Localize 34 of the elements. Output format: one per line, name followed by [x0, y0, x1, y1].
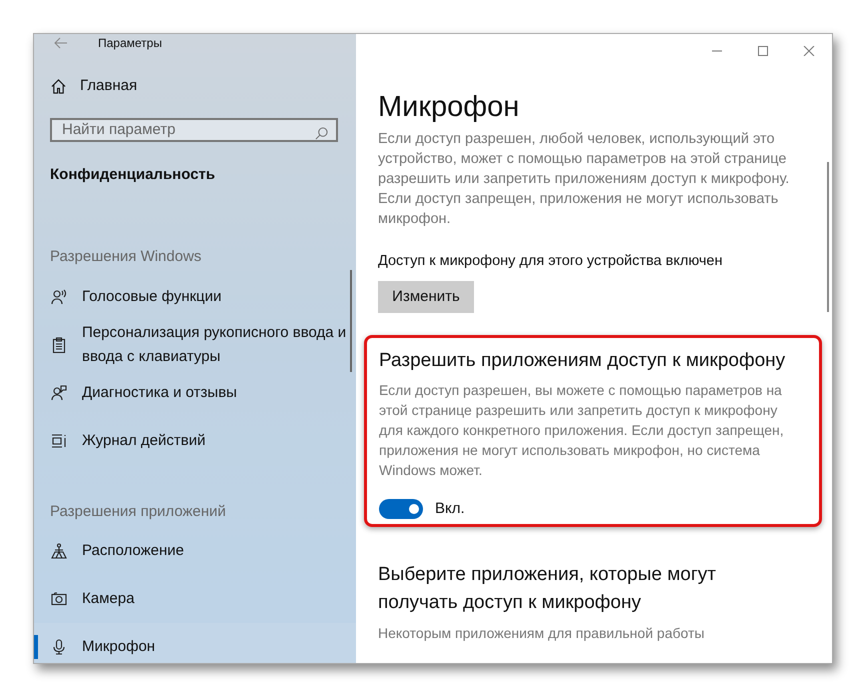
sidebar-item[interactable]: Персонализация рукописного ввода и ввода с клавиатуры	[34, 320, 356, 368]
section-description: Некоторым приложениям для правильной работы	[378, 624, 706, 644]
group-heading: Разрешения Windows	[50, 247, 202, 267]
toggle-label: Вкл.	[435, 498, 465, 519]
sidebar-item[interactable]: Микрофон	[34, 623, 356, 663]
home-icon	[51, 78, 66, 94]
description: Если доступ разрешен, любой человек, использующий это устройство, может с помощью параметров на этой странице разрешить или запретить приложениям доступ к микрофону. Если доступ запрещен, приложения не могут использовать микрофон.	[378, 130, 790, 229]
microphone-icon	[51, 639, 67, 655]
device-status: Доступ к микрофону для этого устройства включен	[378, 252, 724, 271]
camera-icon	[51, 591, 67, 607]
sidebar-item[interactable]: Голосовые функции	[34, 272, 356, 320]
change-button[interactable]: Изменить	[378, 280, 474, 313]
sidebar-item[interactable]: Диагностика и отзывы	[34, 368, 356, 416]
home-link[interactable]: Главная	[51, 75, 356, 98]
sidebar-item[interactable]: Журнал действий	[34, 416, 356, 464]
sidebar-item[interactable]: Расположение	[34, 527, 356, 575]
group-heading: Разрешения приложений	[50, 502, 227, 522]
toggle-switch[interactable]	[379, 499, 423, 519]
search-icon	[315, 126, 328, 140]
sidebar-item[interactable]: Камера	[34, 575, 356, 623]
person-feedback-icon	[51, 384, 67, 400]
clipboard-icon	[51, 336, 67, 352]
section-description: Если доступ разрешен, вы можете с помощью параметров на этой странице разрешить или запретить доступ к микрофону для каждого конкретного приложения. Если доступ запрещен, приложения не могут использовать микрофон, но система Windows может.	[379, 380, 785, 480]
category-heading: Конфиденциальность	[50, 164, 216, 184]
section-heading: Выберите приложения, которые могут получать доступ к микрофону	[378, 563, 717, 616]
selection-indicator	[34, 635, 38, 659]
section-heading: Разрешить приложениям доступ к микрофону	[379, 348, 786, 373]
location-person-icon	[51, 543, 67, 559]
voice-person-icon	[51, 288, 67, 304]
window-title: Параметры	[98, 35, 162, 52]
back-arrow-icon[interactable]	[54, 37, 68, 49]
page-title: Микрофон	[378, 90, 520, 125]
timeline-icon	[51, 432, 67, 448]
search-field[interactable]: Найти параметр	[50, 118, 338, 142]
